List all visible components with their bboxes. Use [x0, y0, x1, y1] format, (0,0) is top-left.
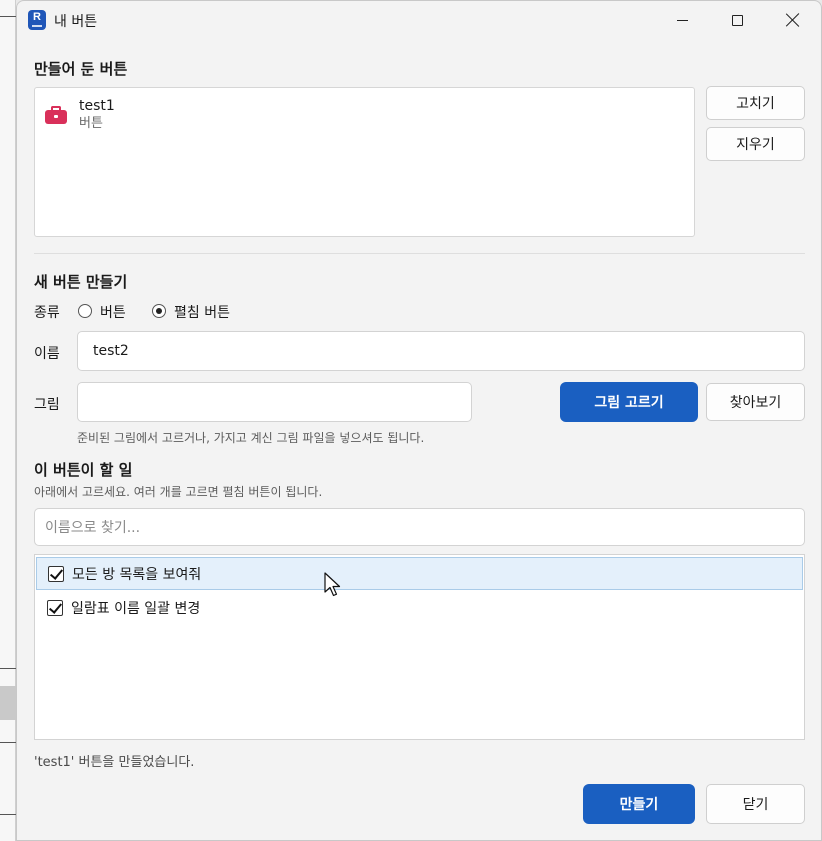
saved-buttons-title: 만들어 둔 버튼: [34, 60, 128, 78]
action-label: 모든 방 목록을 보여줘: [72, 566, 202, 583]
action-label: 일람표 이름 일괄 변경: [71, 600, 201, 617]
image-hint: 준비된 그림에서 고르거나, 가지고 계신 그림 파일을 넣으셔도 됩니다.: [77, 431, 425, 445]
browse-button[interactable]: 찾아보기: [706, 383, 805, 421]
background-line: [0, 814, 16, 815]
title-bar[interactable]: R 내 버튼: [17, 1, 821, 39]
background-line: [0, 668, 16, 669]
maximize-button[interactable]: [714, 1, 760, 39]
kind-label: 종류: [34, 305, 60, 321]
app-icon: R: [28, 10, 46, 30]
maximize-icon: [731, 14, 743, 26]
delete-button[interactable]: 지우기: [706, 127, 805, 161]
window-title: 내 버튼: [54, 14, 98, 30]
section-divider: [34, 253, 805, 254]
action-search-input[interactable]: 이름으로 찾기...: [34, 508, 805, 546]
status-message: 'test1' 버튼을 만들었습니다.: [34, 755, 195, 770]
kind-option-button-label[interactable]: 버튼: [100, 302, 126, 322]
mouse-cursor-icon: [324, 572, 341, 597]
image-label: 그림: [34, 397, 60, 413]
background-block: [0, 686, 16, 720]
saved-button-item[interactable]: test1 버튼: [45, 98, 115, 132]
close-button[interactable]: 닫기: [706, 784, 805, 824]
action-checkbox[interactable]: [48, 565, 64, 582]
action-item[interactable]: 일람표 이름 일괄 변경: [36, 591, 803, 624]
edit-button[interactable]: 고치기: [706, 86, 805, 120]
close-icon: [786, 13, 800, 27]
minimize-icon: [676, 19, 688, 21]
new-button-title: 새 버튼 만들기: [34, 273, 128, 291]
background-line: [0, 16, 16, 17]
kind-radio-pulldown[interactable]: [152, 304, 166, 318]
toolbox-icon: [45, 106, 67, 124]
saved-button-type: 버튼: [79, 116, 103, 131]
image-field[interactable]: [77, 382, 472, 422]
saved-buttons-list[interactable]: test1 버튼: [34, 87, 695, 237]
saved-button-name: test1: [79, 98, 115, 114]
action-checkbox[interactable]: [47, 599, 63, 616]
action-list[interactable]: 모든 방 목록을 보여줘 일람표 이름 일괄 변경: [34, 554, 805, 740]
my-buttons-dialog: R 내 버튼 만들어 둔 버튼 test1 버튼 고치기 지우기 새 버튼 만들…: [16, 0, 822, 841]
action-item[interactable]: 모든 방 목록을 보여줘: [36, 557, 803, 590]
minimize-button[interactable]: [659, 1, 705, 39]
actions-hint: 아래에서 고르세요. 여러 개를 고르면 펼침 버튼이 됩니다.: [34, 485, 323, 499]
close-window-button[interactable]: [770, 1, 816, 39]
background-app-edge: [0, 0, 16, 841]
pick-image-button[interactable]: 그림 고르기: [560, 382, 698, 422]
name-label: 이름: [34, 346, 60, 362]
name-field[interactable]: test2: [77, 331, 805, 371]
background-line: [0, 742, 16, 743]
actions-title: 이 버튼이 할 일: [34, 461, 133, 479]
kind-radio-button[interactable]: [78, 304, 92, 318]
kind-option-pulldown-label[interactable]: 펼침 버튼: [174, 302, 230, 322]
create-button[interactable]: 만들기: [583, 784, 695, 824]
